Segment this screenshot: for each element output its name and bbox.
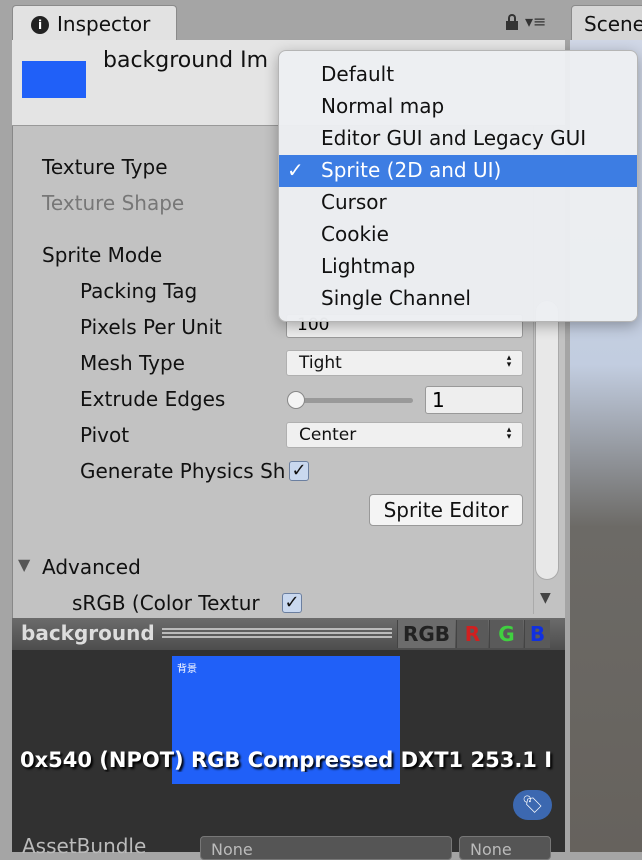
extrude-slider-track[interactable] [295,398,413,403]
asset-bundle-variant-dropdown[interactable]: None [459,836,551,860]
asset-bundle-label: AssetBundle [22,834,147,858]
generate-physics-checkbox[interactable]: ✓ [289,461,309,481]
asset-label-tag-icon[interactable]: 🏷︎ [513,790,552,820]
sprite-mode-label: Sprite Mode [42,243,163,267]
menu-item-cursor[interactable]: Cursor [279,187,637,219]
scrollbar-thumb[interactable] [535,300,559,580]
tab-scene[interactable]: Scene [571,5,642,41]
menu-item-cookie[interactable]: Cookie [279,219,637,251]
pivot-label: Pivot [80,423,130,447]
channel-r-button[interactable]: R [456,620,488,648]
mesh-type-label: Mesh Type [80,351,185,375]
extrude-edges-label: Extrude Edges [80,387,226,411]
menu-item-editor-gui[interactable]: Editor GUI and Legacy GUI [279,123,637,155]
generate-physics-label: Generate Physics Sh [80,459,286,483]
panel-menu-icon[interactable]: ▾≡ [525,12,546,31]
lock-icon[interactable] [506,14,518,30]
tab-inspector[interactable]: i Inspector [12,5,177,41]
menu-item-sprite[interactable]: ✓ Sprite (2D and UI) [279,155,637,187]
texture-shape-label: Texture Shape [42,191,185,215]
menu-item-single-channel[interactable]: Single Channel [279,283,637,315]
srgb-label: sRGB (Color Textur [72,591,260,615]
image-text: 背景 [177,664,197,675]
menu-item-default[interactable]: Default [279,59,637,91]
menu-item-lightmap[interactable]: Lightmap [279,251,637,283]
channel-g-button[interactable]: G [489,620,523,648]
asset-title: background Im [103,48,269,73]
advanced-foldout-arrow-icon[interactable]: ▼ [18,555,30,574]
texture-type-label: Texture Type [42,155,168,179]
texture-type-menu: Default Normal map Editor GUI and Legacy… [278,50,638,322]
sprite-editor-button[interactable]: Sprite Editor [369,494,523,526]
mesh-type-dropdown[interactable]: Tight [286,350,523,376]
srgb-checkbox[interactable]: ✓ [282,593,302,613]
pixels-per-unit-label: Pixels Per Unit [80,315,222,339]
extrude-edges-input[interactable]: 1 [425,386,523,414]
packing-tag-label: Packing Tag [80,279,198,303]
menu-item-label: Sprite (2D and UI) [321,158,502,182]
preview-title: background [21,621,155,645]
extrude-slider-handle[interactable] [287,391,305,409]
advanced-foldout[interactable]: Advanced [42,555,141,579]
pivot-dropdown[interactable]: Center [286,422,523,448]
scroll-down-arrow-icon[interactable]: ▼ [540,590,551,606]
texture-info: 0x540 (NPOT) RGB Compressed DXT1 253.1 I [20,748,553,772]
asset-bundle-name-dropdown[interactable]: None [200,836,452,860]
menu-item-normal-map[interactable]: Normal map [279,91,637,123]
info-icon: i [31,16,49,34]
checkmark-icon: ✓ [287,158,304,182]
preview-drag-handle[interactable] [162,628,392,638]
channel-rgb-button[interactable]: RGB [397,620,455,648]
channel-b-button[interactable]: B [524,620,550,648]
texture-thumbnail [22,61,86,98]
